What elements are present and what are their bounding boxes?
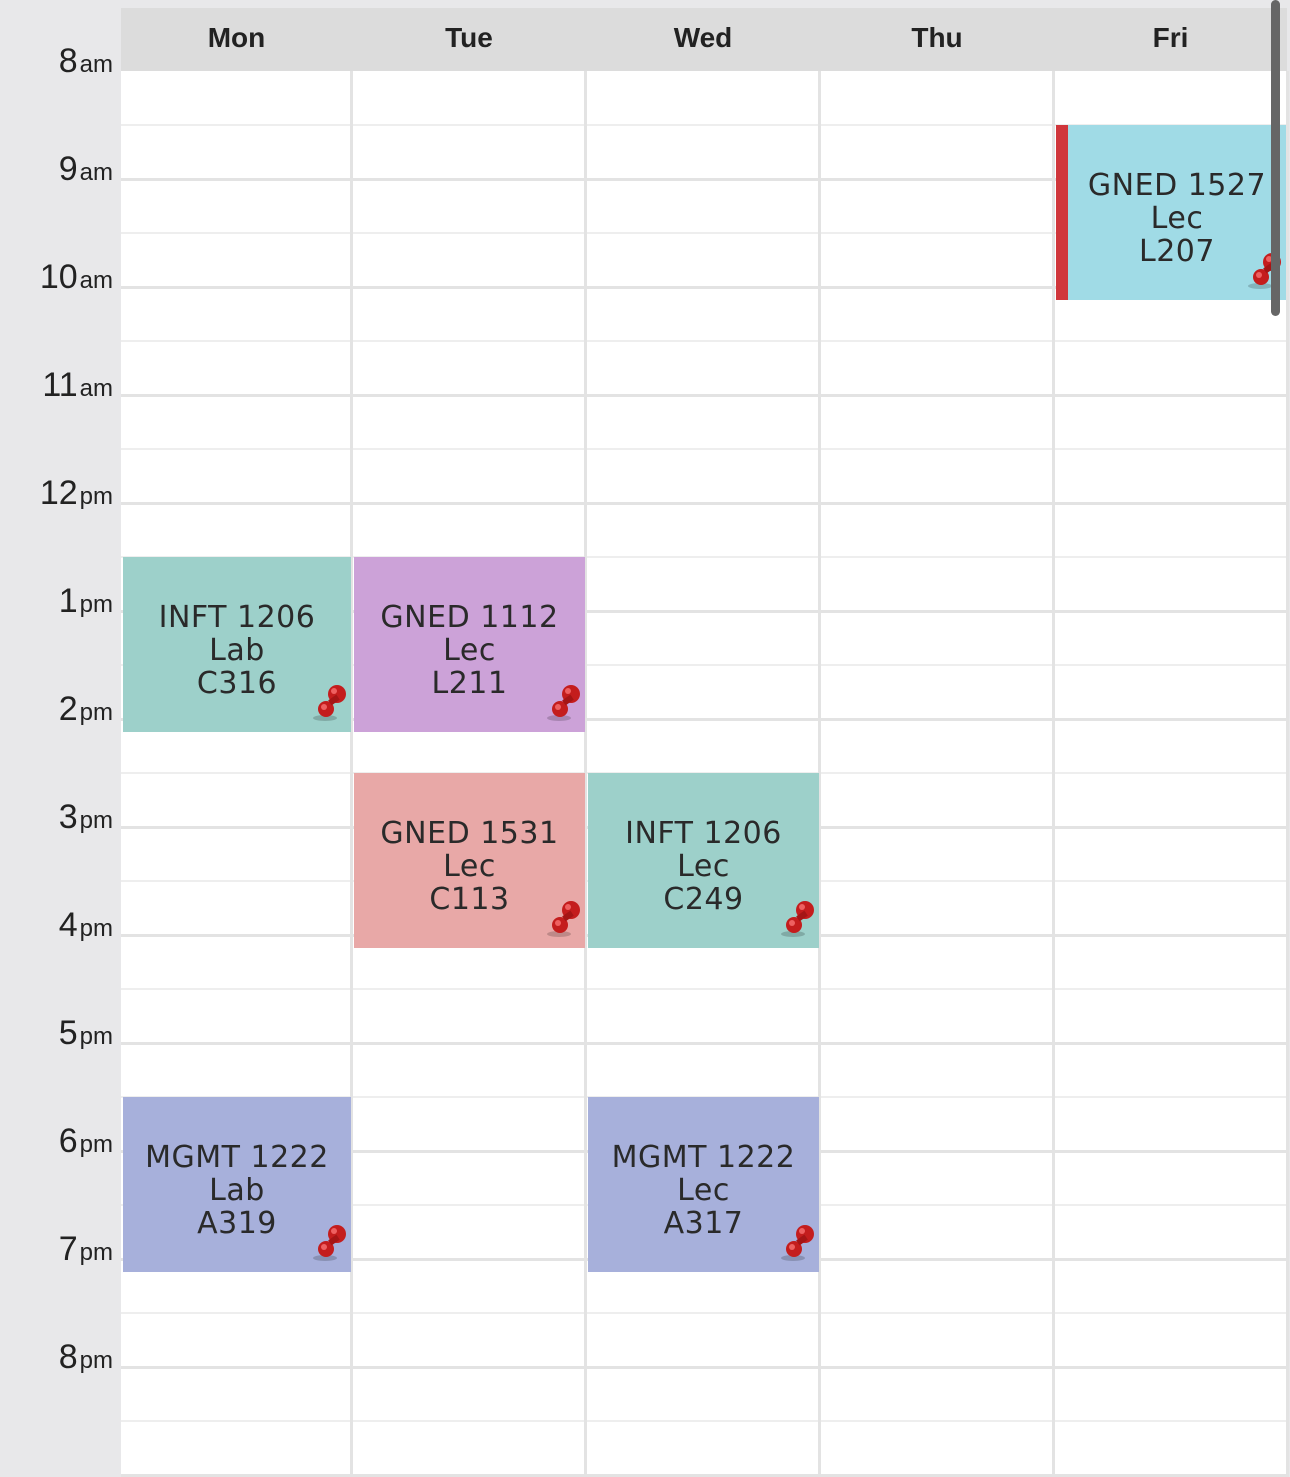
time-label-hour: 11 (42, 366, 78, 404)
column-divider (1286, 71, 1289, 1477)
time-label-hour: 8 (58, 42, 78, 80)
pushpin-icon[interactable] (311, 680, 351, 724)
column-divider (1052, 71, 1055, 1477)
time-label-hour: 5 (58, 1014, 78, 1052)
course-event[interactable]: GNED 1531 Lec C113 (354, 773, 585, 948)
time-label-suffix: pm (79, 1239, 113, 1266)
hour-line (121, 502, 1287, 505)
event-type: Lec (677, 1173, 730, 1208)
time-label-suffix: am (79, 51, 113, 78)
selected-accent-bar (1056, 125, 1068, 300)
time-label-suffix: am (79, 267, 113, 294)
time-label-suffix: pm (79, 915, 113, 942)
pushpin-icon[interactable] (779, 1220, 819, 1264)
time-label: 8am (0, 42, 113, 81)
time-label-hour: 3 (58, 798, 78, 836)
half-hour-line (121, 1312, 1287, 1314)
event-type: Lec (443, 849, 496, 884)
pushpin-icon[interactable] (779, 896, 819, 940)
time-gutter: 8am 9am 10am 11am 12pm 1pm 2pm 3pm 4pm 5pm 6pm 7pm 8… (0, 0, 121, 1477)
time-label: 6pm (0, 1122, 113, 1161)
time-label: 9am (0, 150, 113, 189)
event-course: MGMT 1222 (611, 1140, 796, 1175)
time-label-suffix: pm (79, 483, 113, 510)
time-label-suffix: am (79, 375, 113, 402)
half-hour-line (121, 448, 1287, 450)
course-event[interactable]: INFT 1206 Lec C249 (588, 773, 819, 948)
time-label-suffix: pm (79, 1023, 113, 1050)
time-label: 5pm (0, 1014, 113, 1053)
event-course: MGMT 1222 (145, 1140, 329, 1175)
half-hour-line (121, 1420, 1287, 1422)
time-label: 1pm (0, 582, 113, 621)
event-course: INFT 1206 (158, 600, 316, 635)
event-type: Lec (443, 633, 496, 668)
event-type: Lab (209, 1173, 265, 1208)
event-type: Lec (677, 849, 730, 884)
day-header-mon: Mon (207, 22, 266, 53)
course-event[interactable]: MGMT 1222 Lab A319 (123, 1097, 351, 1272)
day-header-thu: Thu (911, 22, 963, 53)
time-label-suffix: am (79, 159, 113, 186)
time-label: 3pm (0, 798, 113, 837)
time-label: 8pm (0, 1338, 113, 1377)
event-course: INFT 1206 (625, 816, 782, 851)
day-header-row: Mon Tue Wed Thu Fri (121, 8, 1287, 71)
hour-line (121, 1042, 1287, 1045)
day-header-wed: Wed (673, 22, 733, 53)
event-course: GNED 1112 (380, 600, 559, 635)
time-label: 12pm (0, 474, 113, 513)
time-label-suffix: pm (79, 1347, 113, 1374)
event-type: Lab (209, 633, 265, 668)
time-label-suffix: pm (79, 591, 113, 618)
time-label-hour: 10 (39, 258, 78, 296)
time-label-hour: 6 (58, 1122, 78, 1160)
half-hour-line (121, 340, 1287, 342)
event-type: Lec (1150, 201, 1204, 236)
vertical-scrollbar[interactable] (1271, 0, 1280, 316)
hour-line (121, 394, 1287, 397)
hour-line (121, 1366, 1287, 1369)
time-label-hour: 1 (58, 582, 78, 620)
event-course: GNED 1531 (380, 816, 559, 851)
half-hour-line (121, 988, 1287, 990)
time-label-hour: 4 (58, 906, 78, 944)
time-label-suffix: pm (79, 1131, 113, 1158)
time-label-hour: 7 (58, 1230, 78, 1268)
day-header-fri: Fri (1152, 22, 1189, 53)
time-label: 2pm (0, 690, 113, 729)
time-label: 10am (0, 258, 113, 297)
time-label-suffix: pm (79, 699, 113, 726)
event-course: GNED 1527 (1087, 168, 1267, 203)
pushpin-icon[interactable] (1246, 248, 1286, 292)
pushpin-icon[interactable] (545, 680, 585, 724)
time-label-hour: 2 (58, 690, 78, 728)
course-event[interactable]: INFT 1206 Lab C316 (123, 557, 351, 732)
course-event[interactable]: GNED 1112 Lec L211 (354, 557, 585, 732)
time-label: 7pm (0, 1230, 113, 1269)
course-event[interactable]: MGMT 1222 Lec A317 (588, 1097, 819, 1272)
pushpin-icon[interactable] (311, 1220, 351, 1264)
schedule-grid: Mon Tue Wed Thu Fri GNED 1527 Lec L207 INFT 120… (121, 8, 1289, 1477)
pushpin-icon[interactable] (545, 896, 585, 940)
time-label-suffix: pm (79, 807, 113, 834)
time-label-hour: 12 (39, 474, 78, 512)
time-label: 4pm (0, 906, 113, 945)
day-header-tue: Tue (445, 22, 493, 53)
course-event[interactable]: GNED 1527 Lec L207 (1056, 125, 1286, 300)
time-label: 11am (0, 366, 113, 405)
time-label-hour: 8 (58, 1338, 78, 1376)
time-label-hour: 9 (58, 150, 78, 188)
